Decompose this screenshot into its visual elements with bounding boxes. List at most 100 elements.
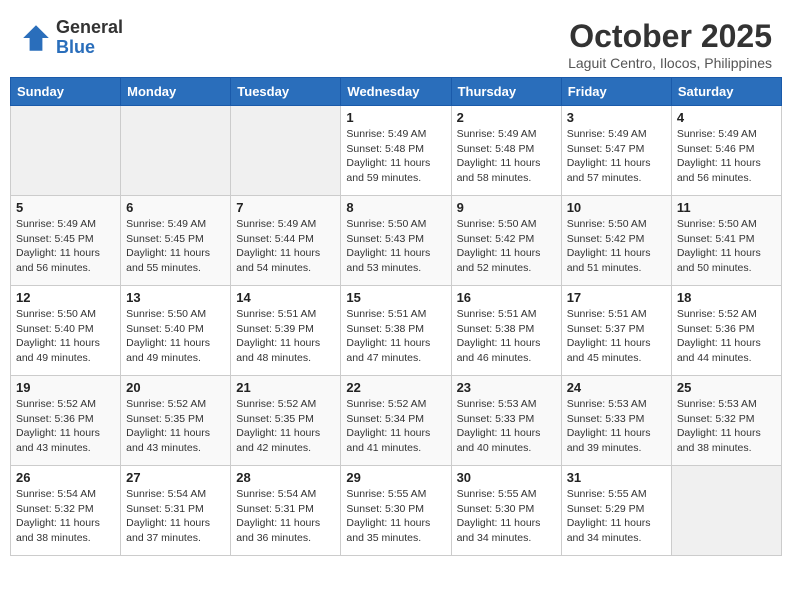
- day-number: 30: [457, 470, 556, 485]
- calendar-cell: 20 Sunrise: 5:52 AMSunset: 5:35 PMDayligh…: [121, 376, 231, 466]
- column-header-friday: Friday: [561, 78, 671, 106]
- column-header-wednesday: Wednesday: [341, 78, 451, 106]
- calendar-cell: 1Sunrise: 5:49 AMSunset: 5:48 PMDaylight…: [341, 106, 451, 196]
- day-number: 26: [16, 470, 115, 485]
- day-info: Sunrise: 5:54 AMSunset: 5:31 PMDaylight:…: [126, 487, 225, 546]
- day-number: 10: [567, 200, 666, 215]
- calendar-cell: 6 Sunrise: 5:49 AMSunset: 5:45 PMDaylight…: [121, 196, 231, 286]
- calendar-cell: 4Sunrise: 5:49 AMSunset: 5:46 PMDaylight…: [671, 106, 781, 196]
- column-header-saturday: Saturday: [671, 78, 781, 106]
- calendar-cell: 22Sunrise: 5:52 AMSunset: 5:34 PMDayligh…: [341, 376, 451, 466]
- day-info: Sunrise: 5:49 AMSunset: 5:45 PMDaylight:…: [16, 217, 115, 276]
- day-info: Sunrise: 5:49 AMSunset: 5:44 PMDaylight:…: [236, 217, 335, 276]
- calendar-cell: 31 Sunrise: 5:55 AMSunset: 5:29 PMDayligh…: [561, 466, 671, 556]
- day-info: Sunrise: 5:50 AMSunset: 5:43 PMDaylight:…: [346, 217, 445, 276]
- day-info: Sunrise: 5:49 AMSunset: 5:45 PMDaylight:…: [126, 217, 225, 276]
- location-subtitle: Laguit Centro, Ilocos, Philippines: [568, 55, 772, 71]
- column-header-monday: Monday: [121, 78, 231, 106]
- column-header-thursday: Thursday: [451, 78, 561, 106]
- day-info: Sunrise: 5:53 AMSunset: 5:32 PMDaylight:…: [677, 397, 776, 456]
- day-info: Sunrise: 5:49 AMSunset: 5:48 PMDaylight:…: [346, 127, 445, 186]
- calendar-cell: 26 Sunrise: 5:54 AMSunset: 5:32 PMDayligh…: [11, 466, 121, 556]
- day-info: Sunrise: 5:55 AMSunset: 5:30 PMDaylight:…: [346, 487, 445, 546]
- calendar-week-row: 12 Sunrise: 5:50 AMSunset: 5:40 PMDayligh…: [11, 286, 782, 376]
- day-info: Sunrise: 5:50 AMSunset: 5:40 PMDaylight:…: [16, 307, 115, 366]
- logo-general-text: General: [56, 18, 123, 38]
- calendar-cell: [11, 106, 121, 196]
- day-info: Sunrise: 5:50 AMSunset: 5:42 PMDaylight:…: [567, 217, 666, 276]
- calendar-cell: 10 Sunrise: 5:50 AMSunset: 5:42 PMDayligh…: [561, 196, 671, 286]
- calendar-week-row: 19 Sunrise: 5:52 AMSunset: 5:36 PMDayligh…: [11, 376, 782, 466]
- day-number: 13: [126, 290, 225, 305]
- calendar-week-row: 1Sunrise: 5:49 AMSunset: 5:48 PMDaylight…: [11, 106, 782, 196]
- calendar-week-row: 5 Sunrise: 5:49 AMSunset: 5:45 PMDaylight…: [11, 196, 782, 286]
- calendar-cell: 2 Sunrise: 5:49 AMSunset: 5:48 PMDaylight…: [451, 106, 561, 196]
- day-number: 7: [236, 200, 335, 215]
- day-info: Sunrise: 5:50 AMSunset: 5:41 PMDaylight:…: [677, 217, 776, 276]
- calendar-week-row: 26 Sunrise: 5:54 AMSunset: 5:32 PMDayligh…: [11, 466, 782, 556]
- day-number: 20: [126, 380, 225, 395]
- day-info: Sunrise: 5:51 AMSunset: 5:38 PMDaylight:…: [346, 307, 445, 366]
- day-number: 24: [567, 380, 666, 395]
- day-number: 5: [16, 200, 115, 215]
- day-number: 16: [457, 290, 556, 305]
- calendar-cell: 21 Sunrise: 5:52 AMSunset: 5:35 PMDayligh…: [231, 376, 341, 466]
- calendar-cell: 27 Sunrise: 5:54 AMSunset: 5:31 PMDayligh…: [121, 466, 231, 556]
- calendar-cell: 14Sunrise: 5:51 AMSunset: 5:39 PMDayligh…: [231, 286, 341, 376]
- day-info: Sunrise: 5:49 AMSunset: 5:47 PMDaylight:…: [567, 127, 666, 186]
- day-info: Sunrise: 5:54 AMSunset: 5:32 PMDaylight:…: [16, 487, 115, 546]
- calendar-cell: 16 Sunrise: 5:51 AMSunset: 5:38 PMDayligh…: [451, 286, 561, 376]
- calendar-header-row: SundayMondayTuesdayWednesdayThursdayFrid…: [11, 78, 782, 106]
- page-header: General Blue October 2025 Laguit Centro,…: [10, 10, 782, 77]
- day-number: 22: [346, 380, 445, 395]
- calendar-cell: 8Sunrise: 5:50 AMSunset: 5:43 PMDaylight…: [341, 196, 451, 286]
- logo-blue-text: Blue: [56, 38, 123, 58]
- day-number: 14: [236, 290, 335, 305]
- day-info: Sunrise: 5:52 AMSunset: 5:36 PMDaylight:…: [16, 397, 115, 456]
- calendar-cell: 29Sunrise: 5:55 AMSunset: 5:30 PMDayligh…: [341, 466, 451, 556]
- month-title: October 2025: [568, 18, 772, 55]
- day-info: Sunrise: 5:49 AMSunset: 5:46 PMDaylight:…: [677, 127, 776, 186]
- day-number: 9: [457, 200, 556, 215]
- calendar-cell: 23 Sunrise: 5:53 AMSunset: 5:33 PMDayligh…: [451, 376, 561, 466]
- day-info: Sunrise: 5:50 AMSunset: 5:42 PMDaylight:…: [457, 217, 556, 276]
- column-header-tuesday: Tuesday: [231, 78, 341, 106]
- calendar-cell: [231, 106, 341, 196]
- day-number: 25: [677, 380, 776, 395]
- day-info: Sunrise: 5:52 AMSunset: 5:36 PMDaylight:…: [677, 307, 776, 366]
- calendar-cell: 18Sunrise: 5:52 AMSunset: 5:36 PMDayligh…: [671, 286, 781, 376]
- day-info: Sunrise: 5:52 AMSunset: 5:35 PMDaylight:…: [126, 397, 225, 456]
- calendar-cell: 28Sunrise: 5:54 AMSunset: 5:31 PMDayligh…: [231, 466, 341, 556]
- day-info: Sunrise: 5:49 AMSunset: 5:48 PMDaylight:…: [457, 127, 556, 186]
- day-number: 19: [16, 380, 115, 395]
- day-number: 31: [567, 470, 666, 485]
- day-info: Sunrise: 5:54 AMSunset: 5:31 PMDaylight:…: [236, 487, 335, 546]
- day-number: 21: [236, 380, 335, 395]
- calendar-cell: 30Sunrise: 5:55 AMSunset: 5:30 PMDayligh…: [451, 466, 561, 556]
- day-info: Sunrise: 5:55 AMSunset: 5:29 PMDaylight:…: [567, 487, 666, 546]
- day-info: Sunrise: 5:53 AMSunset: 5:33 PMDaylight:…: [567, 397, 666, 456]
- day-info: Sunrise: 5:51 AMSunset: 5:38 PMDaylight:…: [457, 307, 556, 366]
- day-info: Sunrise: 5:52 AMSunset: 5:35 PMDaylight:…: [236, 397, 335, 456]
- calendar-cell: 19 Sunrise: 5:52 AMSunset: 5:36 PMDayligh…: [11, 376, 121, 466]
- calendar-cell: 17 Sunrise: 5:51 AMSunset: 5:37 PMDayligh…: [561, 286, 671, 376]
- calendar-cell: 11Sunrise: 5:50 AMSunset: 5:41 PMDayligh…: [671, 196, 781, 286]
- day-number: 2: [457, 110, 556, 125]
- calendar-cell: [121, 106, 231, 196]
- calendar-cell: 12 Sunrise: 5:50 AMSunset: 5:40 PMDayligh…: [11, 286, 121, 376]
- title-area: October 2025 Laguit Centro, Ilocos, Phil…: [568, 18, 772, 71]
- calendar-table: SundayMondayTuesdayWednesdayThursdayFrid…: [10, 77, 782, 556]
- day-info: Sunrise: 5:51 AMSunset: 5:37 PMDaylight:…: [567, 307, 666, 366]
- day-number: 23: [457, 380, 556, 395]
- calendar-cell: 9 Sunrise: 5:50 AMSunset: 5:42 PMDaylight…: [451, 196, 561, 286]
- day-number: 12: [16, 290, 115, 305]
- calendar-cell: [671, 466, 781, 556]
- day-number: 17: [567, 290, 666, 305]
- logo: General Blue: [20, 18, 123, 58]
- day-info: Sunrise: 5:50 AMSunset: 5:40 PMDaylight:…: [126, 307, 225, 366]
- calendar-cell: 3Sunrise: 5:49 AMSunset: 5:47 PMDaylight…: [561, 106, 671, 196]
- day-number: 6: [126, 200, 225, 215]
- day-info: Sunrise: 5:53 AMSunset: 5:33 PMDaylight:…: [457, 397, 556, 456]
- day-number: 27: [126, 470, 225, 485]
- calendar-cell: 7 Sunrise: 5:49 AMSunset: 5:44 PMDaylight…: [231, 196, 341, 286]
